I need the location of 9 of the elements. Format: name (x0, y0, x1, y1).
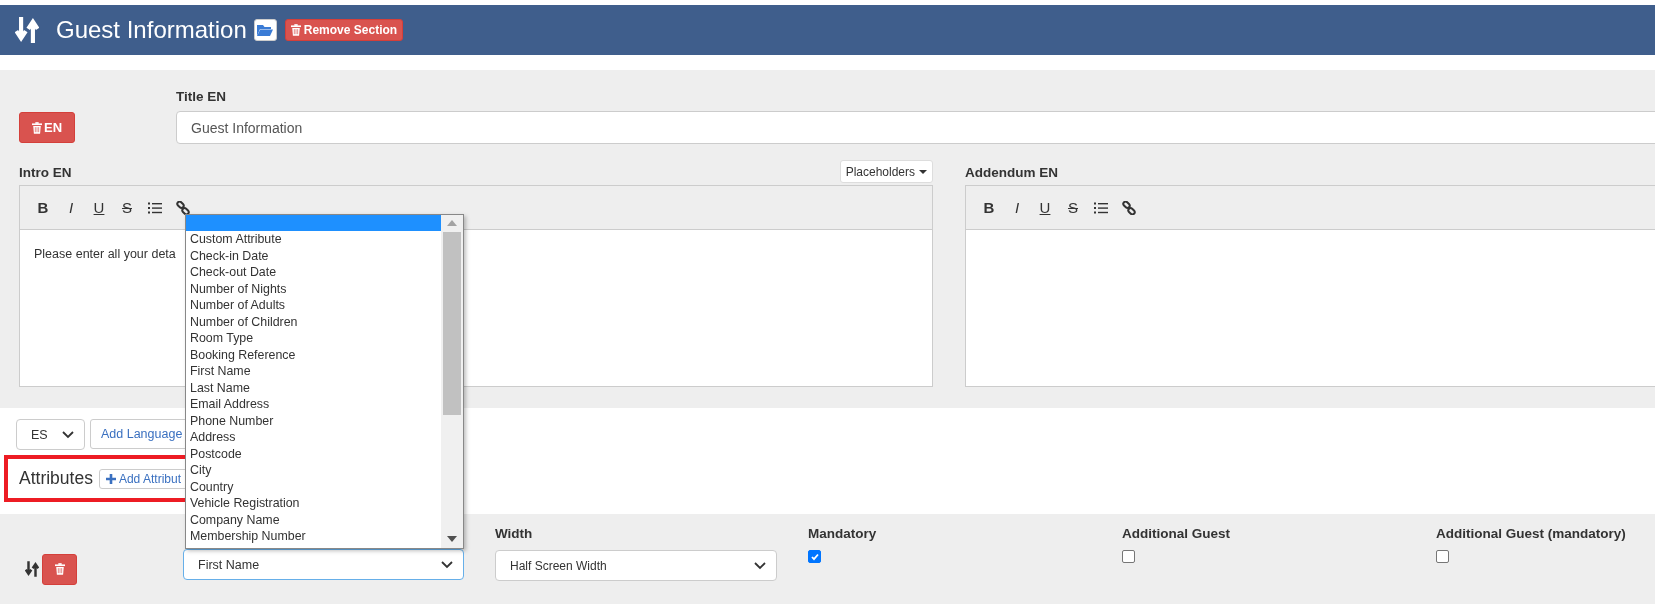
field-label: Width (495, 526, 534, 541)
field-label: Title EN (176, 89, 227, 104)
field-label: Addendum EN (965, 165, 1058, 180)
field-label: Additional Guest (mandatory) (1436, 526, 1627, 541)
field-label: Additional Guest (1122, 526, 1231, 541)
field-label: Intro EN (19, 165, 72, 180)
attributes-heading: Attributes (19, 468, 93, 489)
section-title: Guest Information (56, 16, 247, 44)
field-label: Mandatory (808, 526, 878, 541)
